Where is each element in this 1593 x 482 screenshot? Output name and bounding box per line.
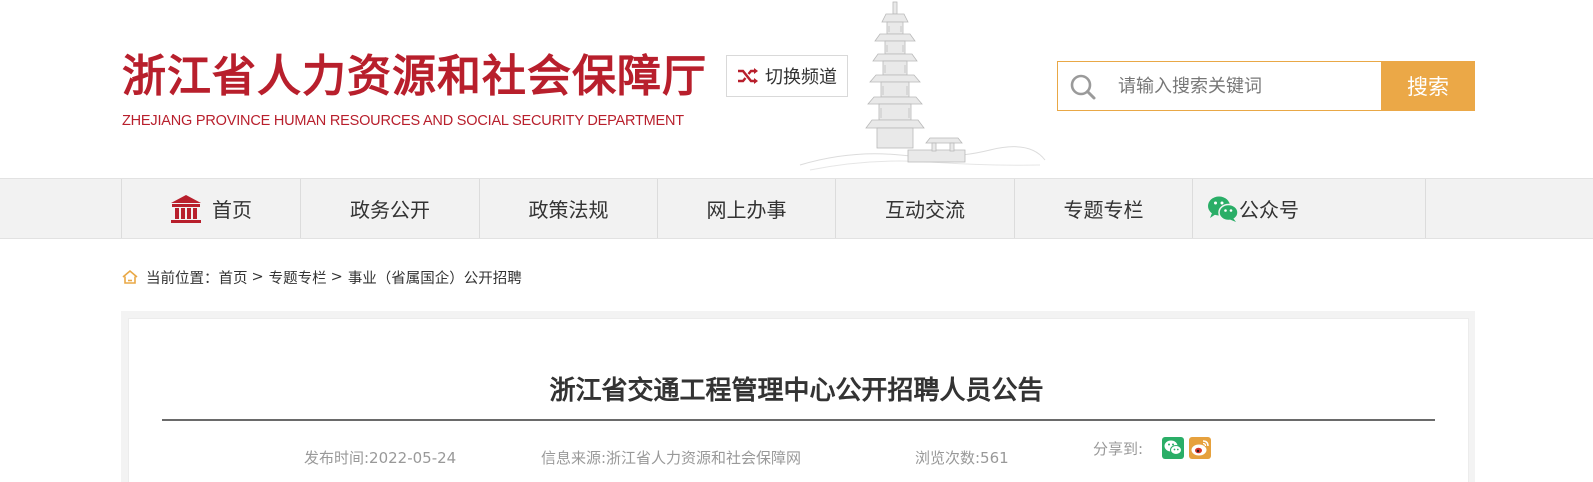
- search-input[interactable]: [1118, 70, 1378, 102]
- wechat-icon: [1208, 196, 1239, 222]
- pagoda-illustration: [799, 1, 1046, 171]
- breadcrumb-link-recruitment[interactable]: 事业（省属国企）公开招聘: [348, 267, 522, 288]
- info-source: 信息来源:浙江省人力资源和社会保障网: [541, 449, 802, 467]
- nav-item-government-affairs[interactable]: 政务公开: [301, 179, 480, 238]
- breadcrumb-link-home[interactable]: 首页: [219, 267, 248, 288]
- title-divider: [162, 419, 1435, 421]
- breadcrumb-home-icon: [122, 269, 138, 284]
- article-title: 浙江省交通工程管理中心公开招聘人员公告: [549, 376, 1044, 406]
- nav-item-special-topics[interactable]: 专题专栏: [1015, 179, 1193, 238]
- breadcrumb: 当前位置： 首页 > 专题专栏 > 事业（省属国企）公开招聘: [121, 266, 522, 288]
- share-wechat-icon[interactable]: [1162, 437, 1184, 459]
- search-box: 搜索: [1057, 61, 1475, 111]
- publish-time: 发布时间:2022-05-24: [304, 449, 457, 467]
- breadcrumb-separator: >: [330, 269, 343, 285]
- nav-label-home: 首页: [212, 198, 252, 222]
- nav-item-online-services[interactable]: 网上办事: [658, 179, 836, 238]
- breadcrumb-separator: >: [251, 269, 264, 285]
- search-button[interactable]: 搜索: [1381, 61, 1475, 111]
- site-title-cn[interactable]: 浙江省人力资源和社会保障厅: [122, 40, 707, 104]
- nav-item-home[interactable]: 首页: [122, 179, 301, 238]
- shuffle-icon: [738, 68, 758, 84]
- share-weibo-icon[interactable]: [1189, 437, 1211, 459]
- main-nav: 首页 政务公开 政策法规 网上办事 互动交流 专题专栏 公众号: [0, 178, 1593, 239]
- nav-item-official-account[interactable]: 公众号: [1193, 179, 1426, 238]
- search-icon: [1070, 74, 1096, 100]
- nav-item-interaction[interactable]: 互动交流: [836, 179, 1015, 238]
- view-count: 浏览次数:561: [915, 449, 1009, 467]
- site-header: 浙江省人力资源和社会保障厅 ZHEJIANG PROVINCE HUMAN RE…: [0, 0, 1593, 178]
- site-title-en: ZHEJIANG PROVINCE HUMAN RESOURCES AND SO…: [122, 113, 684, 129]
- breadcrumb-prefix: 当前位置：: [146, 270, 219, 287]
- breadcrumb-link-special-topics[interactable]: 专题专栏: [269, 267, 327, 288]
- share-label: 分享到:: [1093, 440, 1144, 458]
- nav-label-official-account: 公众号: [1239, 198, 1299, 222]
- home-building-icon: [171, 194, 201, 223]
- nav-item-policies[interactable]: 政策法规: [480, 179, 658, 238]
